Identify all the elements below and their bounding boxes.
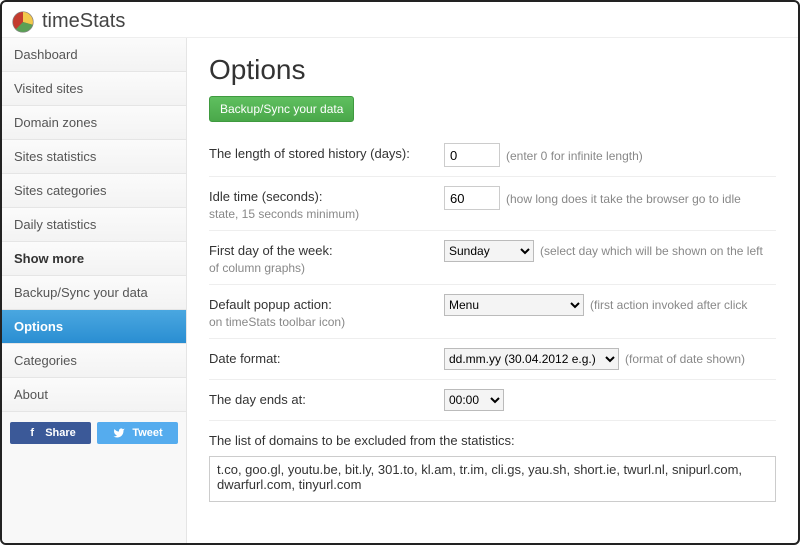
option-date-format: Date format: dd.mm.yy (30.04.2012 e.g.) …	[209, 339, 776, 380]
option-history-length: The length of stored history (days): (en…	[209, 134, 776, 177]
day-end-select[interactable]: 00:00	[444, 389, 504, 411]
social-buttons: f Share Tweet	[2, 412, 186, 454]
share-facebook-button[interactable]: f Share	[10, 422, 91, 444]
popup-hint-post: on timeStats toolbar icon)	[209, 315, 444, 329]
twitter-icon	[112, 426, 126, 440]
first-day-select[interactable]: Sunday	[444, 240, 534, 262]
backup-sync-button[interactable]: Backup/Sync your data	[209, 96, 354, 122]
idle-hint-post: state, 15 seconds minimum)	[209, 207, 444, 221]
sidebar-item-sites-categories[interactable]: Sites categories	[2, 174, 186, 208]
popup-action-select[interactable]: Menu	[444, 294, 584, 316]
option-idle-time: Idle time (seconds): state, 15 seconds m…	[209, 177, 776, 231]
sidebar: Dashboard Visited sites Domain zones Sit…	[2, 38, 187, 543]
option-popup-action: Default popup action: on timeStats toolb…	[209, 285, 776, 339]
sidebar-item-backup-sync[interactable]: Backup/Sync your data	[2, 276, 186, 310]
dateformat-label: Date format:	[209, 348, 444, 366]
dateformat-hint: (format of date shown)	[625, 352, 745, 366]
option-first-day: First day of the week: of column graphs)…	[209, 231, 776, 285]
main-content: Options Backup/Sync your data The length…	[187, 38, 798, 543]
sidebar-item-daily-statistics[interactable]: Daily statistics	[2, 208, 186, 242]
popup-hint-pre: (first action invoked after click	[590, 298, 747, 312]
dayend-label: The day ends at:	[209, 389, 444, 407]
app-title: timeStats	[42, 10, 125, 33]
excluded-domains-textarea[interactable]	[209, 456, 776, 502]
idle-hint-pre: (how long does it take the browser go to…	[506, 192, 741, 206]
sidebar-item-about[interactable]: About	[2, 378, 186, 412]
idle-label: Idle time (seconds):	[209, 189, 444, 204]
share-twitter-button[interactable]: Tweet	[97, 422, 178, 444]
history-length-input[interactable]	[444, 143, 500, 167]
sidebar-item-show-more[interactable]: Show more	[2, 242, 186, 276]
popup-label: Default popup action:	[209, 297, 444, 312]
app-window: timeStats Dashboard Visited sites Domain…	[0, 0, 800, 545]
sidebar-item-options[interactable]: Options	[2, 310, 186, 344]
idle-time-input[interactable]	[444, 186, 500, 210]
excluded-domains-label: The list of domains to be excluded from …	[209, 421, 776, 456]
sidebar-item-sites-statistics[interactable]: Sites statistics	[2, 140, 186, 174]
date-format-select[interactable]: dd.mm.yy (30.04.2012 e.g.)	[444, 348, 619, 370]
firstday-hint-pre: (select day which will be shown on the l…	[540, 244, 763, 258]
history-label: The length of stored history (days):	[209, 143, 444, 161]
app-logo-icon	[12, 11, 34, 33]
sidebar-item-dashboard[interactable]: Dashboard	[2, 38, 186, 72]
header: timeStats	[2, 2, 798, 38]
share-label: Share	[45, 427, 76, 439]
sidebar-item-domain-zones[interactable]: Domain zones	[2, 106, 186, 140]
tweet-label: Tweet	[132, 427, 162, 439]
option-day-ends: The day ends at: 00:00	[209, 380, 776, 421]
history-hint: (enter 0 for infinite length)	[506, 149, 643, 163]
facebook-icon: f	[25, 426, 39, 440]
sidebar-item-categories[interactable]: Categories	[2, 344, 186, 378]
page-title: Options	[209, 54, 776, 86]
firstday-label: First day of the week:	[209, 243, 444, 258]
sidebar-item-visited-sites[interactable]: Visited sites	[2, 72, 186, 106]
firstday-hint-post: of column graphs)	[209, 261, 444, 275]
